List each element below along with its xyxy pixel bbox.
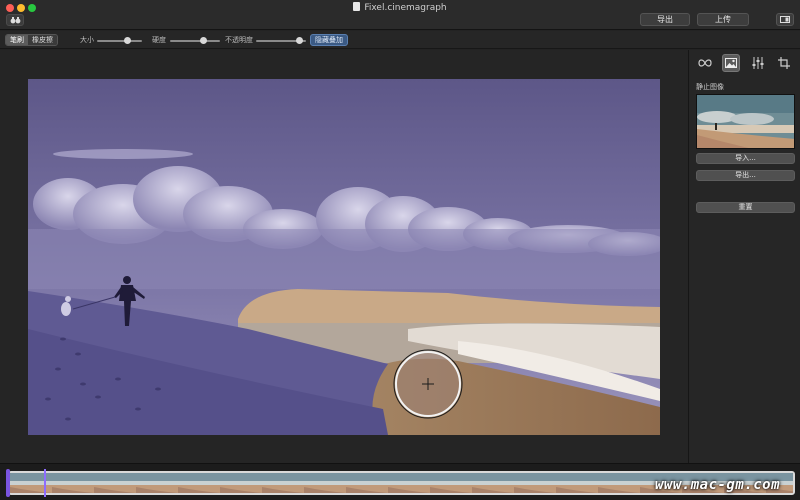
timeline-frame[interactable] [598, 473, 640, 493]
hardness-label: 硬度 [152, 36, 166, 44]
hardness-slider-knob[interactable] [200, 37, 208, 44]
brush-toolbar: 笔刷 橡皮擦 大小 硬度 不透明度 隐藏叠加 [0, 31, 800, 49]
brush-tab[interactable]: 笔刷 [6, 35, 28, 45]
timeline-frame[interactable] [304, 473, 346, 493]
canvas-area[interactable] [0, 50, 688, 463]
trim-start-handle[interactable] [6, 469, 10, 497]
opacity-slider-knob[interactable] [295, 37, 303, 44]
timeline-frame[interactable] [136, 473, 178, 493]
timeline-frame[interactable] [220, 473, 262, 493]
size-label: 大小 [80, 36, 94, 44]
opacity-label: 不透明度 [225, 36, 253, 44]
upload-button[interactable]: 上传 [697, 13, 749, 26]
timeline-frame[interactable] [514, 473, 556, 493]
timeline-frame[interactable] [556, 473, 598, 493]
still-image-icon [725, 58, 737, 68]
crop-icon [778, 57, 790, 69]
playhead[interactable] [44, 469, 46, 497]
reset-button[interactable]: 重置 [696, 202, 795, 213]
timeline-frame[interactable] [94, 473, 136, 493]
thumbnail-image [697, 95, 794, 148]
sidebar-icon [780, 16, 790, 23]
import-still-button[interactable]: 导入... [696, 153, 795, 164]
still-image-title: 静止图像 [696, 83, 724, 91]
window-title-text: Fixel.cinemagraph [364, 3, 447, 13]
brush-mode-segmented: 笔刷 橡皮擦 [5, 34, 58, 46]
hide-overlay-button[interactable]: 隐藏叠加 [310, 34, 348, 46]
watermark: www.mac-gm.com [655, 477, 781, 493]
timeline-frame[interactable] [262, 473, 304, 493]
opacity-slider[interactable] [256, 37, 306, 44]
timeline-frame[interactable] [346, 473, 388, 493]
title-bar: Fixel.cinemagraph 导出 上传 [0, 0, 800, 30]
inspector-panel: 静止图像 导入... 导出... 重置 [688, 50, 800, 463]
toggle-sidebar-button[interactable] [776, 13, 794, 26]
binoculars-button[interactable] [6, 14, 24, 26]
tab-loop[interactable] [696, 54, 714, 72]
adjust-icon [752, 57, 764, 69]
still-image-thumbnail [696, 94, 795, 149]
loop-icon [698, 59, 712, 67]
tab-still-image[interactable] [722, 54, 740, 72]
window-title: Fixel.cinemagraph [0, 2, 800, 13]
tab-crop[interactable] [775, 54, 793, 72]
beach-photo [28, 79, 660, 435]
timeline-frame[interactable] [388, 473, 430, 493]
tab-adjust[interactable] [749, 54, 767, 72]
timeline-frame[interactable] [178, 473, 220, 493]
eraser-tab[interactable]: 橡皮擦 [28, 35, 57, 45]
binoculars-icon [10, 17, 20, 24]
export-still-button[interactable]: 导出... [696, 170, 795, 181]
size-slider-knob[interactable] [124, 37, 132, 44]
hardness-slider[interactable] [170, 37, 220, 44]
size-slider[interactable] [97, 37, 142, 44]
timeline-frame[interactable] [472, 473, 514, 493]
timeline-frame[interactable] [52, 473, 94, 493]
app-window: Fixel.cinemagraph 导出 上传 笔刷 橡皮擦 大小 硬度 不透明… [0, 0, 800, 500]
document-icon [353, 2, 361, 11]
cinemagraph-canvas[interactable] [28, 79, 660, 435]
timeline-frame[interactable] [430, 473, 472, 493]
export-button[interactable]: 导出 [640, 13, 690, 26]
